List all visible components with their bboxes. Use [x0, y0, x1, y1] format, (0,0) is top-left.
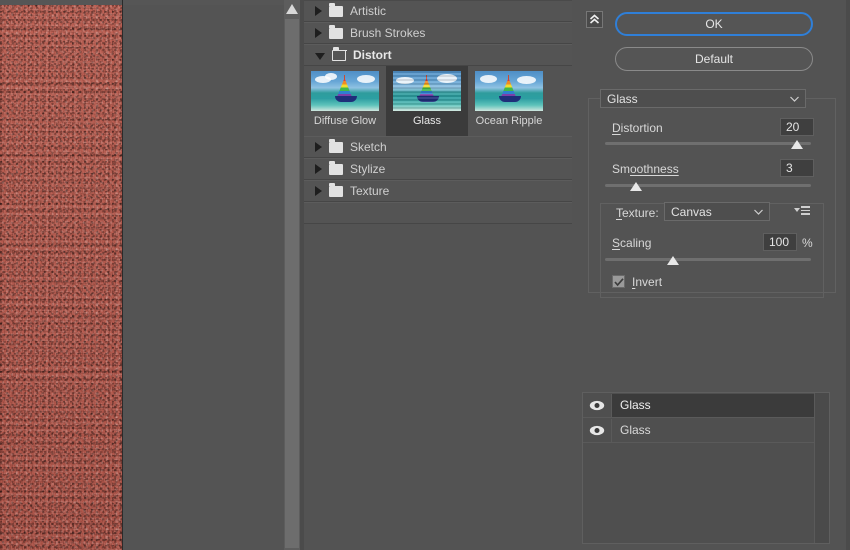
- scrollbar-thumb[interactable]: [285, 19, 299, 548]
- folder-closed-icon: [329, 182, 343, 197]
- distortion-label: Distortion: [612, 121, 663, 135]
- preview-area: [0, 0, 300, 550]
- slider-track: [605, 258, 811, 261]
- chevron-down-icon: [754, 209, 763, 215]
- filter-select[interactable]: Glass: [600, 89, 806, 108]
- ok-button-label: OK: [705, 17, 723, 31]
- category-row-artistic[interactable]: Artistic: [304, 0, 572, 22]
- texture-select-value: Canvas: [671, 204, 712, 219]
- filter-stack-name: Glass: [620, 423, 651, 437]
- chevron-down-icon[interactable]: [315, 52, 325, 60]
- smoothness-value-field[interactable]: 3: [780, 159, 814, 177]
- category-label: Stylize: [350, 162, 386, 176]
- category-row-distort[interactable]: Distort: [304, 44, 572, 66]
- category-label: Texture: [350, 184, 390, 198]
- filter-thumbnail-strip: Diffuse Glow Glass Ocean Ripple: [304, 66, 572, 136]
- scaling-label: Scaling: [612, 236, 652, 250]
- checkmark-icon: [614, 278, 624, 287]
- default-button-label: Default: [694, 52, 734, 66]
- filter-thumbnail-diffuse-glow[interactable]: Diffuse Glow: [304, 66, 386, 136]
- smoothness-label: Smoothness: [612, 162, 679, 176]
- category-label: Distort: [353, 48, 392, 62]
- default-button[interactable]: Default: [615, 47, 813, 71]
- slider-knob[interactable]: [629, 182, 642, 191]
- filter-stack-name: Glass: [612, 393, 829, 417]
- thumbnail-image: [311, 71, 379, 111]
- folder-closed-icon: [329, 138, 343, 153]
- folder-closed-icon: [329, 24, 343, 39]
- chevron-right-icon[interactable]: [315, 28, 322, 38]
- scroll-up-arrow-icon[interactable]: [284, 0, 300, 18]
- category-row-spacer: [304, 202, 572, 224]
- slider-track: [605, 142, 811, 145]
- glass-distortion-overlay: [393, 71, 461, 111]
- filter-stack-row[interactable]: Glass: [583, 393, 829, 418]
- thumbnail-image: [475, 71, 543, 111]
- eye-icon[interactable]: [583, 393, 612, 417]
- invert-checkbox[interactable]: [612, 275, 625, 288]
- smoothness-value: 3: [786, 161, 793, 175]
- smoothness-slider[interactable]: [605, 180, 811, 192]
- filter-stack-scrollbar[interactable]: [814, 393, 829, 543]
- chevron-right-icon[interactable]: [315, 186, 322, 196]
- double-chevron-up-icon[interactable]: [586, 11, 603, 28]
- flyout-triangle-icon: [794, 208, 800, 213]
- chevron-right-icon[interactable]: [315, 6, 322, 16]
- preview-image[interactable]: [0, 5, 122, 550]
- preview-vertical-scrollbar[interactable]: [284, 0, 300, 550]
- ok-button[interactable]: OK: [615, 12, 813, 36]
- chevron-down-icon: [790, 96, 799, 102]
- category-row-brush-strokes[interactable]: Brush Strokes: [304, 22, 572, 44]
- distortion-value: 20: [786, 120, 800, 134]
- category-row-sketch[interactable]: Sketch: [304, 136, 572, 158]
- scaling-slider[interactable]: [605, 254, 811, 266]
- category-row-texture[interactable]: Texture: [304, 180, 572, 202]
- category-label: Sketch: [350, 140, 387, 154]
- folder-closed-icon: [329, 160, 343, 175]
- category-row-stylize[interactable]: Stylize: [304, 158, 572, 180]
- slider-knob[interactable]: [666, 256, 679, 265]
- scaling-value-field[interactable]: 100: [763, 233, 797, 251]
- scaling-value: 100: [769, 235, 790, 249]
- folder-open-icon: [332, 46, 347, 61]
- category-label: Brush Strokes: [350, 26, 426, 40]
- thumbnail-label: Ocean Ripple: [475, 115, 543, 127]
- filter-category-browser: Artistic Brush Strokes Distort Diffuse G…: [304, 0, 572, 550]
- texture-select[interactable]: Canvas: [664, 202, 770, 221]
- filter-stack-list: Glass Glass: [582, 392, 830, 544]
- eye-icon[interactable]: [583, 418, 612, 442]
- thumbnail-image: [393, 71, 461, 111]
- filter-stack-row[interactable]: Glass: [583, 418, 829, 443]
- panel-right-edge: [846, 0, 850, 550]
- category-label: Artistic: [350, 4, 386, 18]
- flyout-lines-icon: [801, 206, 810, 215]
- chevron-right-icon[interactable]: [315, 164, 322, 174]
- flyout-menu-icon[interactable]: [792, 205, 812, 216]
- filter-select-value: Glass: [607, 91, 638, 106]
- scaling-unit: %: [802, 236, 813, 250]
- filter-thumbnail-ocean-ripple[interactable]: Ocean Ripple: [468, 66, 550, 136]
- folder-closed-icon: [329, 2, 343, 17]
- filter-gallery-dialog: Artistic Brush Strokes Distort Diffuse G…: [0, 0, 850, 550]
- preview-empty-canvas[interactable]: [123, 5, 284, 550]
- distortion-slider[interactable]: [605, 138, 811, 150]
- invert-label: Invert: [632, 275, 663, 289]
- texture-label: Texture:: [613, 206, 662, 220]
- distortion-value-field[interactable]: 20: [780, 118, 814, 136]
- filter-thumbnail-glass[interactable]: Glass: [386, 66, 468, 136]
- thumbnail-label: Glass: [412, 115, 442, 127]
- chevron-right-icon[interactable]: [315, 142, 322, 152]
- thumbnail-label: Diffuse Glow: [313, 115, 377, 127]
- slider-knob[interactable]: [790, 140, 803, 149]
